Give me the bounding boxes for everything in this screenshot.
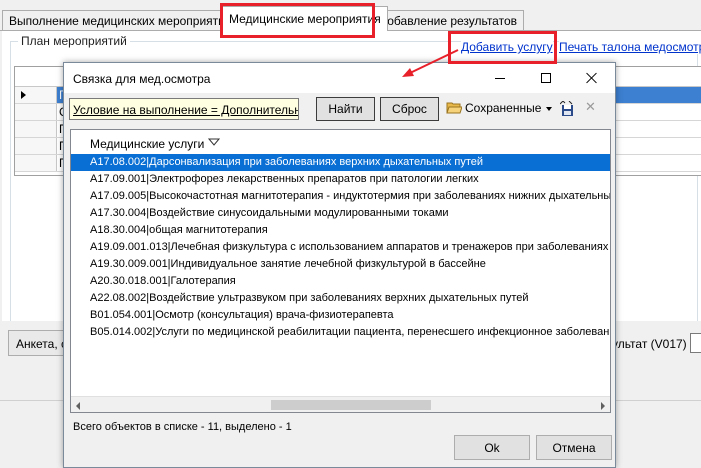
folder-open-icon [446, 102, 462, 114]
filter-condition[interactable]: Условие на выполнение = Дополнительный [69, 98, 299, 120]
list-item[interactable]: A17.08.002|Дарсонвализация при заболеван… [71, 154, 610, 171]
services-list: Медицинские услуги A17.08.002|Дарсонвали… [70, 129, 611, 413]
tab-medical-events[interactable]: Медицинские мероприятия [222, 6, 388, 31]
list-item[interactable]: B01.054.001|Осмотр (консультация) врача-… [71, 307, 610, 324]
close-button[interactable] [569, 63, 615, 93]
horizontal-scrollbar[interactable] [71, 396, 610, 412]
list-item[interactable]: A22.08.002|Воздействие ультразвуком при … [71, 290, 610, 307]
scroll-right-icon[interactable] [601, 402, 605, 410]
maximize-button[interactable] [523, 63, 569, 93]
result-label: ультат (V017) [612, 337, 687, 351]
tab-add-results[interactable]: Добавление результатов [372, 10, 525, 30]
list-item[interactable]: A17.09.001|Электрофорез лекарственных пр… [71, 171, 610, 188]
row-header[interactable] [15, 104, 57, 120]
maximize-icon [541, 73, 551, 83]
red-arrow-icon [402, 49, 459, 77]
column-header[interactable]: Медицинские услуги [90, 137, 204, 151]
minimize-button[interactable] [477, 63, 523, 93]
saved-dropdown[interactable]: Сохраненные [465, 101, 553, 115]
reset-button[interactable]: Сброс [380, 97, 439, 121]
link-dialog: Связка для мед.осмотра Условие на выполн… [63, 62, 616, 468]
dialog-title: Связка для мед.осмотра [73, 72, 211, 86]
tab-execution[interactable]: Выполнение медицинских мероприятий [2, 10, 239, 30]
list-items: A17.08.002|Дарсонвализация при заболеван… [71, 154, 610, 341]
sort-down-icon[interactable] [208, 138, 220, 146]
close-icon [586, 72, 598, 84]
ok-button[interactable]: Ok [454, 435, 530, 460]
list-item[interactable]: A18.30.004|общая магнитотерапия [71, 222, 610, 239]
list-item[interactable]: A19.09.001.013|Лечебная физкультура с ис… [71, 239, 610, 256]
list-item[interactable]: B05.014.002|Услуги по медицинской реабил… [71, 324, 610, 341]
find-button[interactable]: Найти [316, 97, 375, 121]
list-item[interactable]: A17.09.005|Высокочастотная магнитотерапи… [71, 188, 610, 205]
clear-filter-icon[interactable]: ✕ [585, 99, 596, 115]
dialog-toolbar: Условие на выполнение = Дополнительный Н… [64, 93, 615, 125]
list-item[interactable]: A19.30.009.001|Индивидуальное занятие ле… [71, 256, 610, 273]
result-field[interactable] [690, 333, 701, 353]
row-header[interactable] [15, 138, 57, 154]
scroll-left-icon[interactable] [76, 402, 80, 410]
saved-label: Сохраненные [465, 101, 542, 115]
list-item[interactable]: A17.30.004|Воздействие синусоидальными м… [71, 205, 610, 222]
save-filter-icon[interactable] [560, 101, 576, 117]
minimize-icon [495, 77, 505, 79]
main-tab-strip: Выполнение медицинских мероприятий Медиц… [0, 0, 701, 31]
row-header[interactable] [15, 121, 57, 137]
list-item[interactable]: A20.30.018.001|Галотерапия [71, 273, 610, 290]
chevron-down-icon [546, 106, 553, 111]
cancel-button[interactable]: Отмена [536, 435, 612, 460]
scrollbar-thumb[interactable] [271, 400, 431, 410]
add-service-link[interactable]: Добавить услугу [461, 40, 553, 54]
plan-group-title: План мероприятий [18, 34, 130, 48]
print-ticket-link[interactable]: Печать талона медосмотра [559, 40, 701, 54]
current-row-icon [21, 91, 26, 99]
status-text: Всего объектов в списке - 11, выделено -… [73, 421, 292, 433]
row-header[interactable] [15, 87, 57, 103]
dialog-titlebar[interactable]: Связка для мед.осмотра [64, 63, 615, 93]
row-header[interactable] [15, 155, 57, 171]
